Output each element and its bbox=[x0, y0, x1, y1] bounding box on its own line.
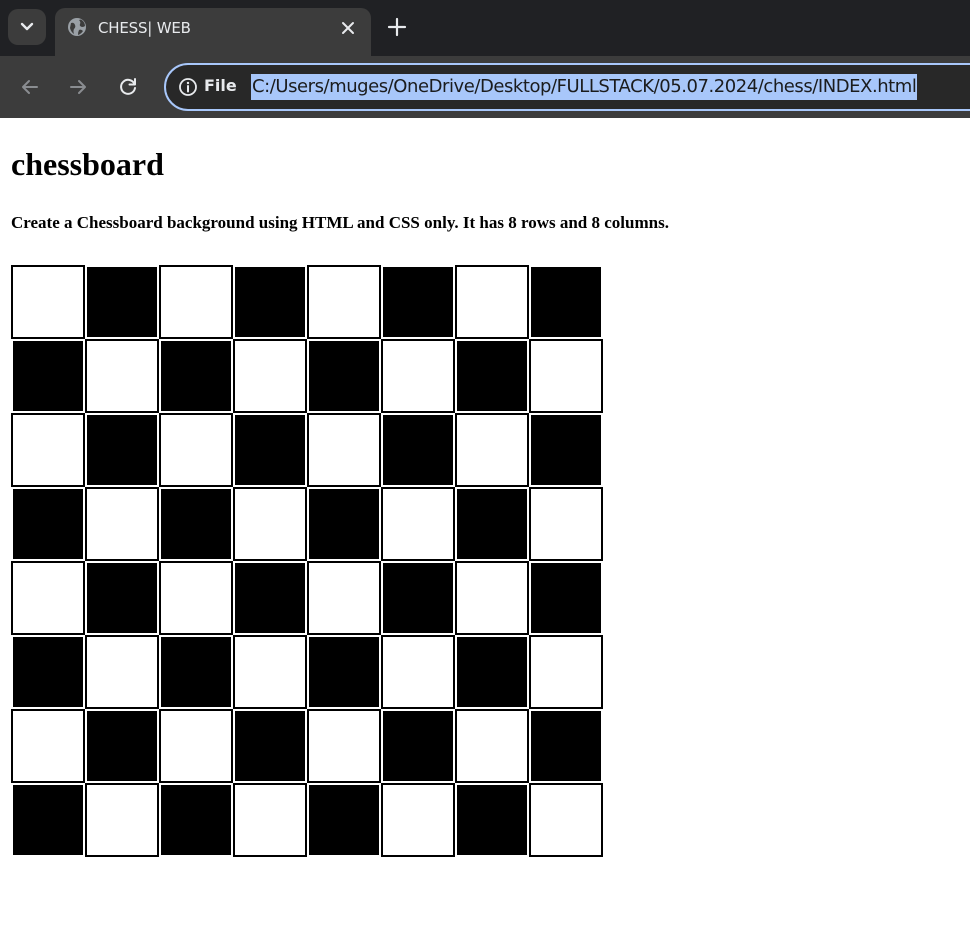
dark-square bbox=[11, 783, 85, 857]
light-square bbox=[307, 265, 381, 339]
light-square bbox=[307, 413, 381, 487]
dark-square bbox=[455, 635, 529, 709]
info-icon[interactable] bbox=[178, 77, 198, 97]
dark-square bbox=[85, 265, 159, 339]
globe-icon bbox=[68, 18, 86, 36]
page-description: Create a Chessboard background using HTM… bbox=[11, 213, 669, 232]
light-square bbox=[85, 487, 159, 561]
light-square bbox=[381, 783, 455, 857]
light-square bbox=[529, 339, 603, 413]
light-square bbox=[85, 635, 159, 709]
address-bar[interactable]: File C:/Users/muges/OneDrive/Desktop/FUL… bbox=[164, 63, 970, 111]
light-square bbox=[381, 487, 455, 561]
dark-square bbox=[85, 561, 159, 635]
page-title: chessboard bbox=[11, 146, 164, 182]
light-square bbox=[381, 339, 455, 413]
dark-square bbox=[307, 635, 381, 709]
dark-square bbox=[381, 413, 455, 487]
dark-square bbox=[307, 783, 381, 857]
light-square bbox=[11, 561, 85, 635]
browser-toolbar: File C:/Users/muges/OneDrive/Desktop/FUL… bbox=[0, 56, 970, 118]
dark-square bbox=[85, 709, 159, 783]
dark-square bbox=[455, 339, 529, 413]
dark-square bbox=[381, 561, 455, 635]
light-square bbox=[11, 265, 85, 339]
close-icon[interactable] bbox=[340, 20, 356, 36]
light-square bbox=[85, 339, 159, 413]
light-square bbox=[307, 561, 381, 635]
light-square bbox=[529, 635, 603, 709]
plus-icon[interactable] bbox=[387, 17, 407, 37]
dark-square bbox=[159, 339, 233, 413]
back-arrow-icon[interactable] bbox=[18, 75, 42, 99]
chessboard bbox=[11, 265, 603, 857]
dark-square bbox=[159, 487, 233, 561]
dark-square bbox=[307, 487, 381, 561]
dark-square bbox=[529, 413, 603, 487]
dark-square bbox=[233, 561, 307, 635]
light-square bbox=[529, 487, 603, 561]
dark-square bbox=[11, 487, 85, 561]
dark-square bbox=[159, 783, 233, 857]
tab-strip: CHESS| WEB bbox=[0, 0, 970, 56]
light-square bbox=[307, 709, 381, 783]
dark-square bbox=[529, 561, 603, 635]
forward-arrow-icon[interactable] bbox=[66, 75, 90, 99]
light-square bbox=[159, 265, 233, 339]
light-square bbox=[233, 487, 307, 561]
light-square bbox=[233, 635, 307, 709]
dark-square bbox=[11, 339, 85, 413]
url-text[interactable]: C:/Users/muges/OneDrive/Desktop/FULLSTAC… bbox=[251, 74, 918, 100]
light-square bbox=[11, 709, 85, 783]
dark-square bbox=[529, 265, 603, 339]
light-square bbox=[455, 561, 529, 635]
dark-square bbox=[529, 709, 603, 783]
dark-square bbox=[307, 339, 381, 413]
light-square bbox=[233, 339, 307, 413]
light-square bbox=[529, 783, 603, 857]
tab-title: CHESS| WEB bbox=[98, 19, 191, 37]
dark-square bbox=[381, 709, 455, 783]
active-tab[interactable]: CHESS| WEB bbox=[55, 8, 371, 56]
light-square bbox=[159, 413, 233, 487]
dark-square bbox=[233, 709, 307, 783]
dark-square bbox=[455, 783, 529, 857]
light-square bbox=[455, 709, 529, 783]
site-info-label[interactable]: File bbox=[204, 76, 237, 95]
reload-icon[interactable] bbox=[116, 75, 140, 99]
dark-square bbox=[455, 487, 529, 561]
dark-square bbox=[11, 635, 85, 709]
light-square bbox=[85, 783, 159, 857]
light-square bbox=[455, 413, 529, 487]
light-square bbox=[381, 635, 455, 709]
light-square bbox=[159, 561, 233, 635]
chevron-down-icon bbox=[20, 22, 34, 31]
tab-search-button[interactable] bbox=[8, 9, 46, 45]
light-square bbox=[455, 265, 529, 339]
dark-square bbox=[381, 265, 455, 339]
light-square bbox=[159, 709, 233, 783]
dark-square bbox=[159, 635, 233, 709]
light-square bbox=[11, 413, 85, 487]
dark-square bbox=[233, 413, 307, 487]
light-square bbox=[233, 783, 307, 857]
dark-square bbox=[85, 413, 159, 487]
page-content: chessboard Create a Chessboard backgroun… bbox=[0, 118, 970, 933]
dark-square bbox=[233, 265, 307, 339]
